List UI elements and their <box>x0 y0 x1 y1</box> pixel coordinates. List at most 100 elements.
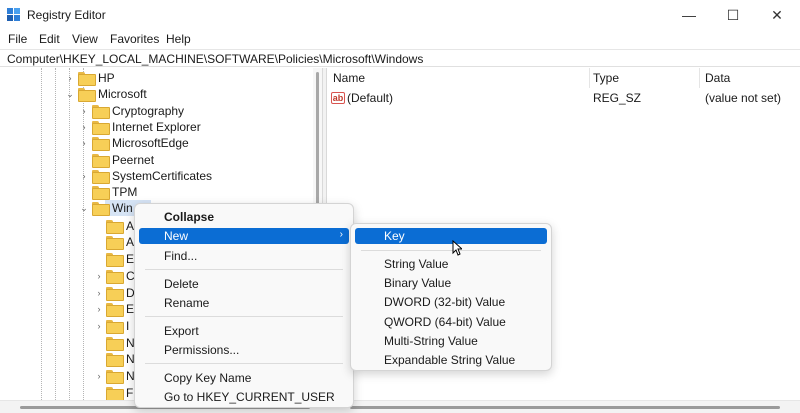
mouse-cursor-icon <box>452 240 462 256</box>
tree-item-label: HP <box>98 71 115 85</box>
tree-item[interactable]: N <box>0 351 135 368</box>
tree-item-label: F <box>126 385 134 400</box>
menu-item-find[interactable]: Find... <box>139 248 349 264</box>
string-value-icon: ab <box>331 92 345 104</box>
chevron-right-icon[interactable]: › <box>94 318 104 334</box>
submenu-item-string-value[interactable]: String Value <box>355 256 547 272</box>
chevron-right-icon[interactable]: › <box>65 70 75 86</box>
window-title: Registry Editor <box>27 8 106 22</box>
tree-item[interactable]: F <box>0 385 134 400</box>
value-name: (Default) <box>347 91 394 105</box>
tree-item[interactable]: N <box>0 335 135 351</box>
column-divider[interactable] <box>589 68 590 88</box>
folder-icon <box>92 186 110 201</box>
address-path[interactable]: Computer\HKEY_LOCAL_MACHINE\SOFTWARE\Pol… <box>7 52 423 66</box>
folder-icon <box>92 169 110 184</box>
menu-item-label: String Value <box>384 257 449 271</box>
chevron-down-icon[interactable]: ⌄ <box>79 200 89 216</box>
tree-item-label: I <box>126 318 130 333</box>
menu-item-collapse[interactable]: Collapse <box>139 209 349 225</box>
menu-item-label: Export <box>164 324 199 338</box>
folder-icon <box>92 104 110 119</box>
tree-item[interactable]: › C <box>0 268 135 284</box>
context-menu: Collapse New › Find... Delete Rename Exp… <box>134 203 354 408</box>
tree-item[interactable]: ⌄ Microsoft <box>0 86 313 103</box>
menu-item-permissions[interactable]: Permissions... <box>139 342 349 358</box>
tree-scroll-thumb[interactable] <box>316 72 319 222</box>
maximize-button[interactable]: ☐ <box>710 0 756 30</box>
tree-item-label: A <box>126 235 135 250</box>
tree-item[interactable]: A <box>0 234 135 251</box>
menu-file[interactable]: File <box>8 32 27 46</box>
tree-item[interactable]: TPM <box>0 184 313 201</box>
minimize-button[interactable]: — <box>666 0 712 30</box>
tree-item[interactable]: › SystemCertificates <box>0 168 313 184</box>
tree-item-label: E <box>126 252 135 267</box>
tree-item-label: TPM <box>112 185 138 200</box>
chevron-right-icon[interactable]: › <box>94 285 104 301</box>
menu-item-label: Rename <box>164 296 210 310</box>
folder-icon <box>106 386 124 400</box>
menu-help[interactable]: Help <box>166 32 191 46</box>
menu-item-export[interactable]: Export <box>139 323 349 339</box>
tree-item[interactable]: › HP <box>0 70 313 86</box>
tree-item[interactable]: Peernet <box>0 152 313 168</box>
menu-item-label: DWORD (32-bit) Value <box>384 295 506 309</box>
chevron-down-icon[interactable]: ⌄ <box>65 86 75 102</box>
horizontal-scrollbar[interactable] <box>0 400 800 413</box>
menu-item-new[interactable]: New › <box>139 228 349 244</box>
tree-item[interactable]: E <box>0 251 135 268</box>
folder-icon <box>106 236 124 251</box>
submenu-item-qword-value[interactable]: QWORD (64-bit) Value <box>355 314 547 330</box>
list-hscroll-thumb[interactable] <box>350 406 780 409</box>
column-header-name[interactable]: Name <box>333 68 583 88</box>
tree-item[interactable]: A <box>0 218 134 234</box>
menu-item-label: Multi-String Value <box>384 334 478 348</box>
submenu-item-dword-value[interactable]: DWORD (32-bit) Value <box>355 294 547 310</box>
column-header-type[interactable]: Type <box>593 68 693 88</box>
menu-item-copy-key-name[interactable]: Copy Key Name <box>139 370 349 386</box>
chevron-right-icon[interactable]: › <box>79 119 89 135</box>
folder-icon <box>106 353 124 368</box>
submenu-item-key[interactable]: Key <box>355 228 547 244</box>
column-divider[interactable] <box>699 68 700 88</box>
chevron-right-icon[interactable]: › <box>79 135 89 151</box>
value-type: REG_SZ <box>593 91 642 105</box>
menu-item-label: QWORD (64-bit) Value <box>384 315 506 329</box>
menu-favorites[interactable]: Favorites <box>110 32 159 46</box>
close-button[interactable]: ✕ <box>754 0 800 30</box>
menu-item-label: Collapse <box>164 210 215 224</box>
tree-item-label: Cryptography <box>112 103 185 118</box>
tree-item-label: Internet Explorer <box>112 119 201 134</box>
address-bar[interactable]: Computer\HKEY_LOCAL_MACHINE\SOFTWARE\Pol… <box>0 49 800 67</box>
menu-item-rename[interactable]: Rename <box>139 295 349 311</box>
tree-item[interactable]: › MicrosoftEdge <box>0 135 313 152</box>
chevron-right-icon[interactable]: › <box>94 268 104 284</box>
menu-view[interactable]: View <box>72 32 98 46</box>
chevron-right-icon[interactable]: › <box>79 103 89 119</box>
menu-item-label: Delete <box>164 277 199 291</box>
chevron-right-icon[interactable]: › <box>79 168 89 184</box>
tree-item[interactable]: › N <box>0 368 135 384</box>
column-header-data[interactable]: Data <box>705 68 795 88</box>
submenu-item-expandable-string-value[interactable]: Expandable String Value <box>355 352 547 368</box>
folder-icon <box>106 370 124 384</box>
folder-icon <box>106 319 124 334</box>
submenu-item-multi-string-value[interactable]: Multi-String Value <box>355 333 547 349</box>
folder-icon <box>106 253 124 268</box>
tree-item-label: Win <box>112 201 133 216</box>
menu-item-go-to-hkcu[interactable]: Go to HKEY_CURRENT_USER <box>139 389 349 405</box>
tree-item[interactable]: › E <box>0 301 134 318</box>
folder-icon <box>106 219 124 234</box>
value-row[interactable]: ab (Default) REG_SZ (value not set) <box>327 90 800 106</box>
menu-item-delete[interactable]: Delete <box>139 276 349 292</box>
tree-item[interactable]: › D <box>0 285 135 301</box>
menu-edit[interactable]: Edit <box>39 32 60 46</box>
tree-item-label: Microsoft <box>98 87 147 102</box>
tree-item[interactable]: › Cryptography <box>0 103 313 119</box>
tree-item[interactable]: › Internet Explorer <box>0 119 313 135</box>
submenu-item-binary-value[interactable]: Binary Value <box>355 275 547 291</box>
chevron-right-icon[interactable]: › <box>94 368 104 384</box>
tree-item[interactable]: › I <box>0 318 134 334</box>
chevron-right-icon[interactable]: › <box>94 301 104 317</box>
